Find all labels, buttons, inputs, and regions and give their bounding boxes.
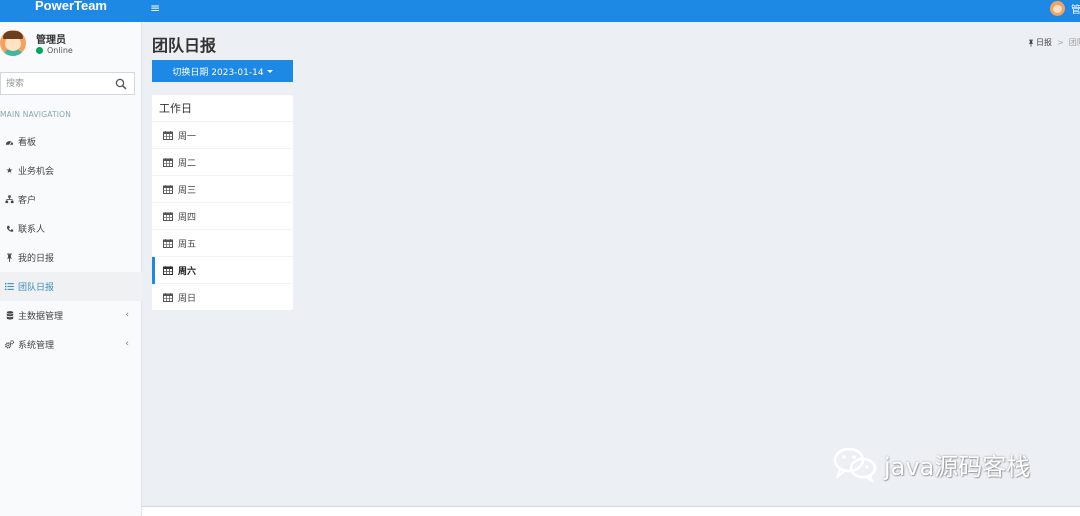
calendar-icon	[163, 130, 173, 140]
calendar-icon	[163, 211, 173, 221]
pin-icon	[1028, 39, 1034, 47]
phone-icon	[5, 224, 14, 233]
sidebar-item-label: 我的日报	[18, 254, 55, 264]
sidebar-item-label: 系统管理	[18, 341, 55, 351]
wechat-icon	[833, 447, 877, 482]
sidebar-item-label: 联系人	[18, 225, 46, 235]
calendar-icon	[163, 293, 173, 302]
sidebar-item-label: 客户	[18, 196, 37, 206]
sidebar-search	[0, 72, 135, 95]
sidebar-item-customers[interactable]: 客户	[0, 185, 142, 214]
sidebar-item-label: 主数据管理	[18, 312, 64, 322]
app-logo[interactable]: PowerTeam	[0, 0, 142, 22]
dashboard-icon	[5, 137, 14, 146]
day-label: 周五	[178, 239, 197, 250]
sidebar-item-dashboard[interactable]: 看板	[0, 127, 142, 156]
search-icon[interactable]	[115, 78, 127, 90]
star-icon: ★	[5, 166, 14, 175]
day-label: 周一	[178, 131, 197, 142]
day-label: 周六	[178, 266, 197, 277]
database-icon	[5, 311, 14, 320]
user-avatar-small	[1050, 0, 1065, 16]
sidebar-item-system[interactable]: 系统管理 ‹	[0, 330, 142, 359]
nav-header: MAIN NAVIGATION	[0, 110, 72, 119]
top-user-name: 管	[1071, 4, 1080, 16]
sitemap-icon	[5, 195, 14, 204]
day-item-sat[interactable]: 周六	[152, 257, 293, 284]
day-item-sun[interactable]: 周日	[152, 284, 293, 311]
chevron-left-icon: ‹	[125, 310, 129, 320]
day-item-mon[interactable]: 周一	[152, 122, 293, 149]
switch-date-label: 切换日期 2023-01-14	[172, 67, 264, 78]
online-dot-icon	[36, 47, 43, 54]
day-item-fri[interactable]: 周五	[152, 230, 293, 257]
sidebar-item-label: 业务机会	[18, 167, 55, 177]
day-item-tue[interactable]: 周二	[152, 149, 293, 176]
sidebar-item-team-daily[interactable]: 团队日报	[0, 272, 142, 301]
calendar-icon	[163, 184, 173, 194]
sidebar-item-label: 团队日报	[18, 283, 55, 293]
status-text: Online	[47, 46, 73, 55]
user-status: Online	[36, 46, 73, 55]
top-user-menu[interactable]: 管	[1050, 0, 1080, 16]
watermark-text: java源码客栈	[884, 452, 1031, 481]
sidebar-item-master-data[interactable]: 主数据管理 ‹	[0, 301, 142, 330]
workdays-box: 工作日 周一 周二 周三 周四 周五 周六 周日	[152, 95, 293, 310]
breadcrumb-current: 团队	[1068, 38, 1080, 47]
user-panel: 管理员 Online	[0, 30, 142, 66]
hamburger-icon[interactable]: ≡	[150, 2, 160, 14]
sidebar-nav: 看板 ★ 业务机会 客户 联系人 我的日报 团队日报 主数据管理 ‹ 系统管理 …	[0, 127, 142, 359]
watermark: java源码客栈	[832, 446, 1030, 482]
footer	[142, 506, 1080, 516]
chevron-left-icon: ‹	[125, 339, 129, 349]
breadcrumb-link[interactable]: 日报	[1036, 37, 1052, 48]
calendar-icon	[163, 157, 173, 167]
breadcrumb: 日报 > 团队	[1028, 37, 1080, 48]
sidebar-item-label: 看板	[18, 138, 37, 148]
switch-date-button[interactable]: 切换日期 2023-01-14	[152, 60, 293, 82]
sidebar: 管理员 Online MAIN NAVIGATION 看板 ★ 业务机会	[0, 22, 142, 516]
calendar-icon	[163, 265, 173, 275]
day-label: 周四	[178, 212, 197, 223]
gears-icon	[5, 340, 14, 349]
top-navbar: PowerTeam ≡ 管	[0, 0, 1080, 22]
caret-down-icon	[266, 69, 273, 73]
sidebar-item-opportunities[interactable]: ★ 业务机会	[0, 156, 142, 185]
workdays-title: 工作日	[152, 95, 293, 122]
sidebar-item-contacts[interactable]: 联系人	[0, 214, 142, 243]
day-label: 周日	[178, 294, 197, 304]
breadcrumb-separator: >	[1057, 38, 1064, 47]
sidebar-item-my-daily[interactable]: 我的日报	[0, 243, 142, 272]
list-icon	[5, 282, 14, 291]
search-input[interactable]	[1, 73, 109, 94]
avatar	[0, 30, 26, 56]
day-item-wed[interactable]: 周三	[152, 176, 293, 203]
pin-icon	[5, 253, 14, 262]
day-item-thu[interactable]: 周四	[152, 203, 293, 230]
day-label: 周二	[178, 158, 197, 169]
user-name: 管理员	[36, 35, 66, 46]
day-label: 周三	[178, 185, 197, 196]
page-title: 团队日报	[152, 36, 217, 55]
calendar-icon	[163, 238, 173, 248]
